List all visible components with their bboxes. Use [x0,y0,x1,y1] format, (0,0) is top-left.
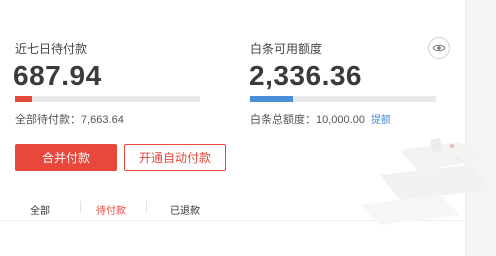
decorative-illustration [360,138,490,225]
tab-refunded[interactable]: 已退款 [170,202,200,217]
pending-progress-bar [15,96,200,102]
payment-summary-card: 近七日待付款 687.94 全部待付款：7,663.64 白条可用额度 2,33… [0,0,490,256]
pending-label: 近七日待付款 [15,42,88,56]
credit-progress-bar [250,96,436,102]
eye-icon [432,44,446,52]
pending-progress-fill [15,96,32,102]
credit-amount: 2,336.36 [249,60,362,91]
tab-divider [146,201,147,213]
tab-all[interactable]: 全部 [30,202,50,217]
tab-pending[interactable]: 待付款 [96,202,126,217]
toggle-visibility-button[interactable] [428,37,450,59]
tab-divider [80,201,81,213]
pending-total: 全部待付款：7,663.64 [15,114,124,126]
pending-amount: 687.94 [13,60,102,91]
auto-pay-button[interactable]: 开通自动付款 [124,144,226,171]
credit-label: 白条可用额度 [250,42,323,56]
merge-pay-button[interactable]: 合并付款 [15,144,117,171]
credit-progress-fill [250,96,293,102]
